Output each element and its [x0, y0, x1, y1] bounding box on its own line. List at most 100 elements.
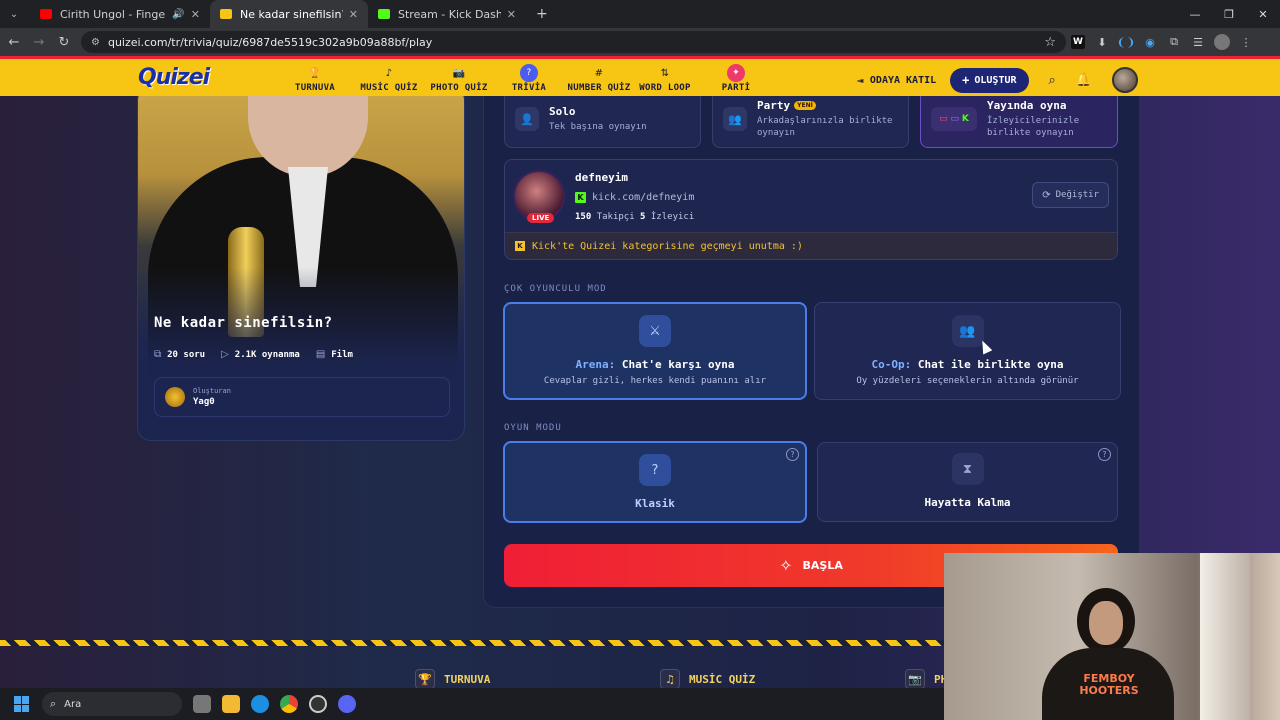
task-view-icon[interactable]: [193, 695, 211, 713]
play-mode-options: 👤 Solo Tek başına oynayın 👥 Party YENİ Ar…: [504, 96, 1129, 148]
music-note-icon: ♫: [660, 669, 680, 688]
kick-favicon-icon: [378, 9, 390, 19]
coop-title: Co-Op: Chat ile birlikte oyna: [815, 358, 1120, 371]
extensions-puzzle-icon[interactable]: ⧉: [1162, 31, 1186, 53]
windows-start-icon[interactable]: [14, 696, 30, 712]
viewer-label: İzleyici: [650, 212, 695, 222]
close-tab-icon[interactable]: ✕: [343, 8, 358, 21]
nav-label: WORD LOOP: [639, 83, 691, 93]
forward-icon[interactable]: →: [28, 31, 50, 53]
question-count: ⧉ 20 soru: [154, 349, 205, 360]
help-icon[interactable]: ?: [786, 448, 799, 461]
reload-icon[interactable]: ↻: [53, 31, 75, 53]
hash-icon: #: [594, 67, 604, 79]
nav-item-word-loop[interactable]: ⇅ WORD LOOP: [634, 59, 696, 96]
crossed-swords-icon: ⚔: [639, 315, 671, 347]
footer-link-music-quiz[interactable]: ♫ MUSİC QUİZ: [660, 669, 755, 688]
reading-list-icon[interactable]: ☰: [1186, 31, 1210, 53]
footer-link-photo-quiz[interactable]: 📷 PH: [905, 669, 947, 688]
extension-download-icon[interactable]: ⬇: [1090, 31, 1114, 53]
quiz-title: Ne kadar sinefilsin?: [154, 315, 333, 331]
browser-tab-youtube[interactable]: Cirith Ungol - Finger Of Sc 🔊 ✕: [30, 0, 210, 28]
back-icon[interactable]: ←: [3, 31, 25, 53]
site-info-icon[interactable]: ⚙: [91, 37, 100, 48]
edge-browser-icon[interactable]: [251, 695, 269, 713]
streamer-channel: K kick.com/defneyim: [575, 192, 694, 203]
trophy-icon: 🏆: [415, 669, 435, 688]
bookmark-star-icon[interactable]: ☆: [1044, 35, 1056, 50]
nav-item-music-quiz[interactable]: ♪ MUSİC QUİZ: [354, 59, 424, 96]
change-label: Değiştir: [1055, 190, 1099, 200]
discord-icon[interactable]: [338, 695, 356, 713]
nav-item-parti[interactable]: ✦ PARTİ: [706, 59, 766, 96]
browser-menu-icon[interactable]: ⋮: [1234, 31, 1258, 53]
create-button[interactable]: + OLUŞTUR: [950, 67, 1029, 93]
taskbar-search-placeholder: Ara: [64, 698, 82, 710]
creator-box[interactable]: Oluşturan Yag0: [154, 377, 450, 417]
nav-item-photo-quiz[interactable]: 📷 PHOTO QUİZ: [424, 59, 494, 96]
streamer-card: LIVE defneyim K kick.com/defneyim 150 Ta…: [504, 159, 1118, 260]
classic-mode-option[interactable]: ? ? Klasik: [503, 441, 807, 523]
quizei-favicon-icon: [220, 9, 232, 19]
main-nav: 🏆 TURNUVA ♪ MUSİC QUİZ 📷 PHOTO QUİZ ? TR…: [294, 59, 766, 96]
classic-label: Klasik: [635, 497, 675, 510]
extension-w-icon[interactable]: W: [1071, 35, 1085, 49]
multiplayer-section-label: ÇOK OYUNCULU MOD: [504, 284, 607, 294]
close-tab-icon[interactable]: ✕: [185, 8, 200, 21]
category-text: Film: [331, 349, 353, 360]
nav-label: PHOTO QUİZ: [430, 83, 488, 93]
nav-item-turnuva[interactable]: 🏆 TURNUVA: [294, 59, 336, 96]
user-avatar[interactable]: [1112, 67, 1138, 93]
obs-icon[interactable]: [309, 695, 327, 713]
extension-wave-icon[interactable]: ❨❩: [1114, 31, 1138, 53]
mode-solo[interactable]: 👤 Solo Tek başına oynayın: [504, 96, 701, 148]
close-window-icon[interactable]: ✕: [1246, 0, 1280, 28]
question-bubble-icon: ?: [639, 454, 671, 486]
kick-logo-icon: K: [575, 192, 586, 203]
mode-stream-text: Yayında oyna İzleyicilerinizle birlikte …: [987, 99, 1107, 139]
help-icon[interactable]: ?: [1098, 448, 1111, 461]
mode-stream[interactable]: ▭ ▭ K Yayında oyna İzleyicilerinizle bir…: [920, 96, 1118, 148]
nav-item-number-quiz[interactable]: # NUMBER QUİZ: [564, 59, 634, 96]
taskbar-search[interactable]: ⌕ Ara: [42, 692, 182, 716]
browser-tab-quizei[interactable]: Ne kadar sinefilsin? - Quizei ✕: [210, 0, 368, 28]
speaker-icon[interactable]: 🔊: [172, 9, 184, 20]
tab-search-button[interactable]: ⌄: [2, 4, 26, 24]
trophy-icon: 🏆: [308, 67, 322, 79]
refresh-icon: ⟳: [1042, 189, 1051, 201]
creator-name: Yag0: [193, 397, 215, 407]
creator-label: Oluşturan: [193, 387, 231, 395]
close-tab-icon[interactable]: ✕: [501, 8, 516, 21]
webcam-background-door: [1200, 553, 1250, 720]
nav-item-trivia[interactable]: ? TRİVİA: [494, 59, 564, 96]
chrome-icon[interactable]: [280, 695, 298, 713]
nav-label: TURNUVA: [294, 83, 336, 93]
footer-link-turnuva[interactable]: 🏆 TURNUVA: [415, 669, 490, 688]
browser-profile-avatar[interactable]: [1214, 34, 1230, 50]
arena-highlight: Arena:: [575, 358, 616, 371]
tab-title: Ne kadar sinefilsin? - Quizei: [240, 7, 343, 21]
search-icon[interactable]: ⌕: [1049, 73, 1056, 88]
new-tab-button[interactable]: +: [536, 6, 548, 22]
mode-party[interactable]: 👥 Party YENİ Arkadaşlarınızla birlikte oy…: [712, 96, 909, 148]
join-room-button[interactable]: ⇥ ODAYA KATIL: [857, 74, 936, 87]
windows-taskbar: ⌕ Ara: [0, 688, 944, 720]
file-explorer-icon[interactable]: [222, 695, 240, 713]
coop-subtitle: Oy yüzdeleri seçeneklerin altında görünü…: [856, 376, 1079, 386]
restore-icon[interactable]: ❐: [1212, 0, 1246, 28]
url-bar[interactable]: ⚙ quizei.com/tr/trivia/quiz/6987de5519c3…: [81, 31, 1066, 53]
change-channel-button[interactable]: ⟳ Değiştir: [1032, 182, 1109, 208]
coop-mode-option[interactable]: 👥 Co-Op: Chat ile birlikte oyna Oy yüzde…: [814, 302, 1121, 400]
browser-tab-kick[interactable]: Stream - Kick Dashboard ✕: [368, 0, 526, 28]
minimize-icon[interactable]: —: [1178, 0, 1212, 28]
extension-shield-icon[interactable]: ◉: [1138, 31, 1162, 53]
footer-label: MUSİC QUİZ: [689, 672, 756, 686]
site-header: Quizei 🏆 TURNUVA ♪ MUSİC QUİZ 📷 PHOTO QU…: [0, 56, 1280, 96]
sort-icon: ⇅: [660, 67, 670, 79]
survival-mode-option[interactable]: ⧗ ? Hayatta Kalma: [817, 442, 1118, 522]
arena-mode-option[interactable]: ⚔ Arena: Chat'e karşı oyna Cevaplar gizl…: [503, 302, 807, 400]
survival-label: Hayatta Kalma: [924, 496, 1011, 509]
bell-icon[interactable]: 🔔: [1076, 73, 1092, 88]
play-icon: ▷: [221, 349, 229, 360]
quizei-logo[interactable]: Quizei: [138, 65, 210, 90]
